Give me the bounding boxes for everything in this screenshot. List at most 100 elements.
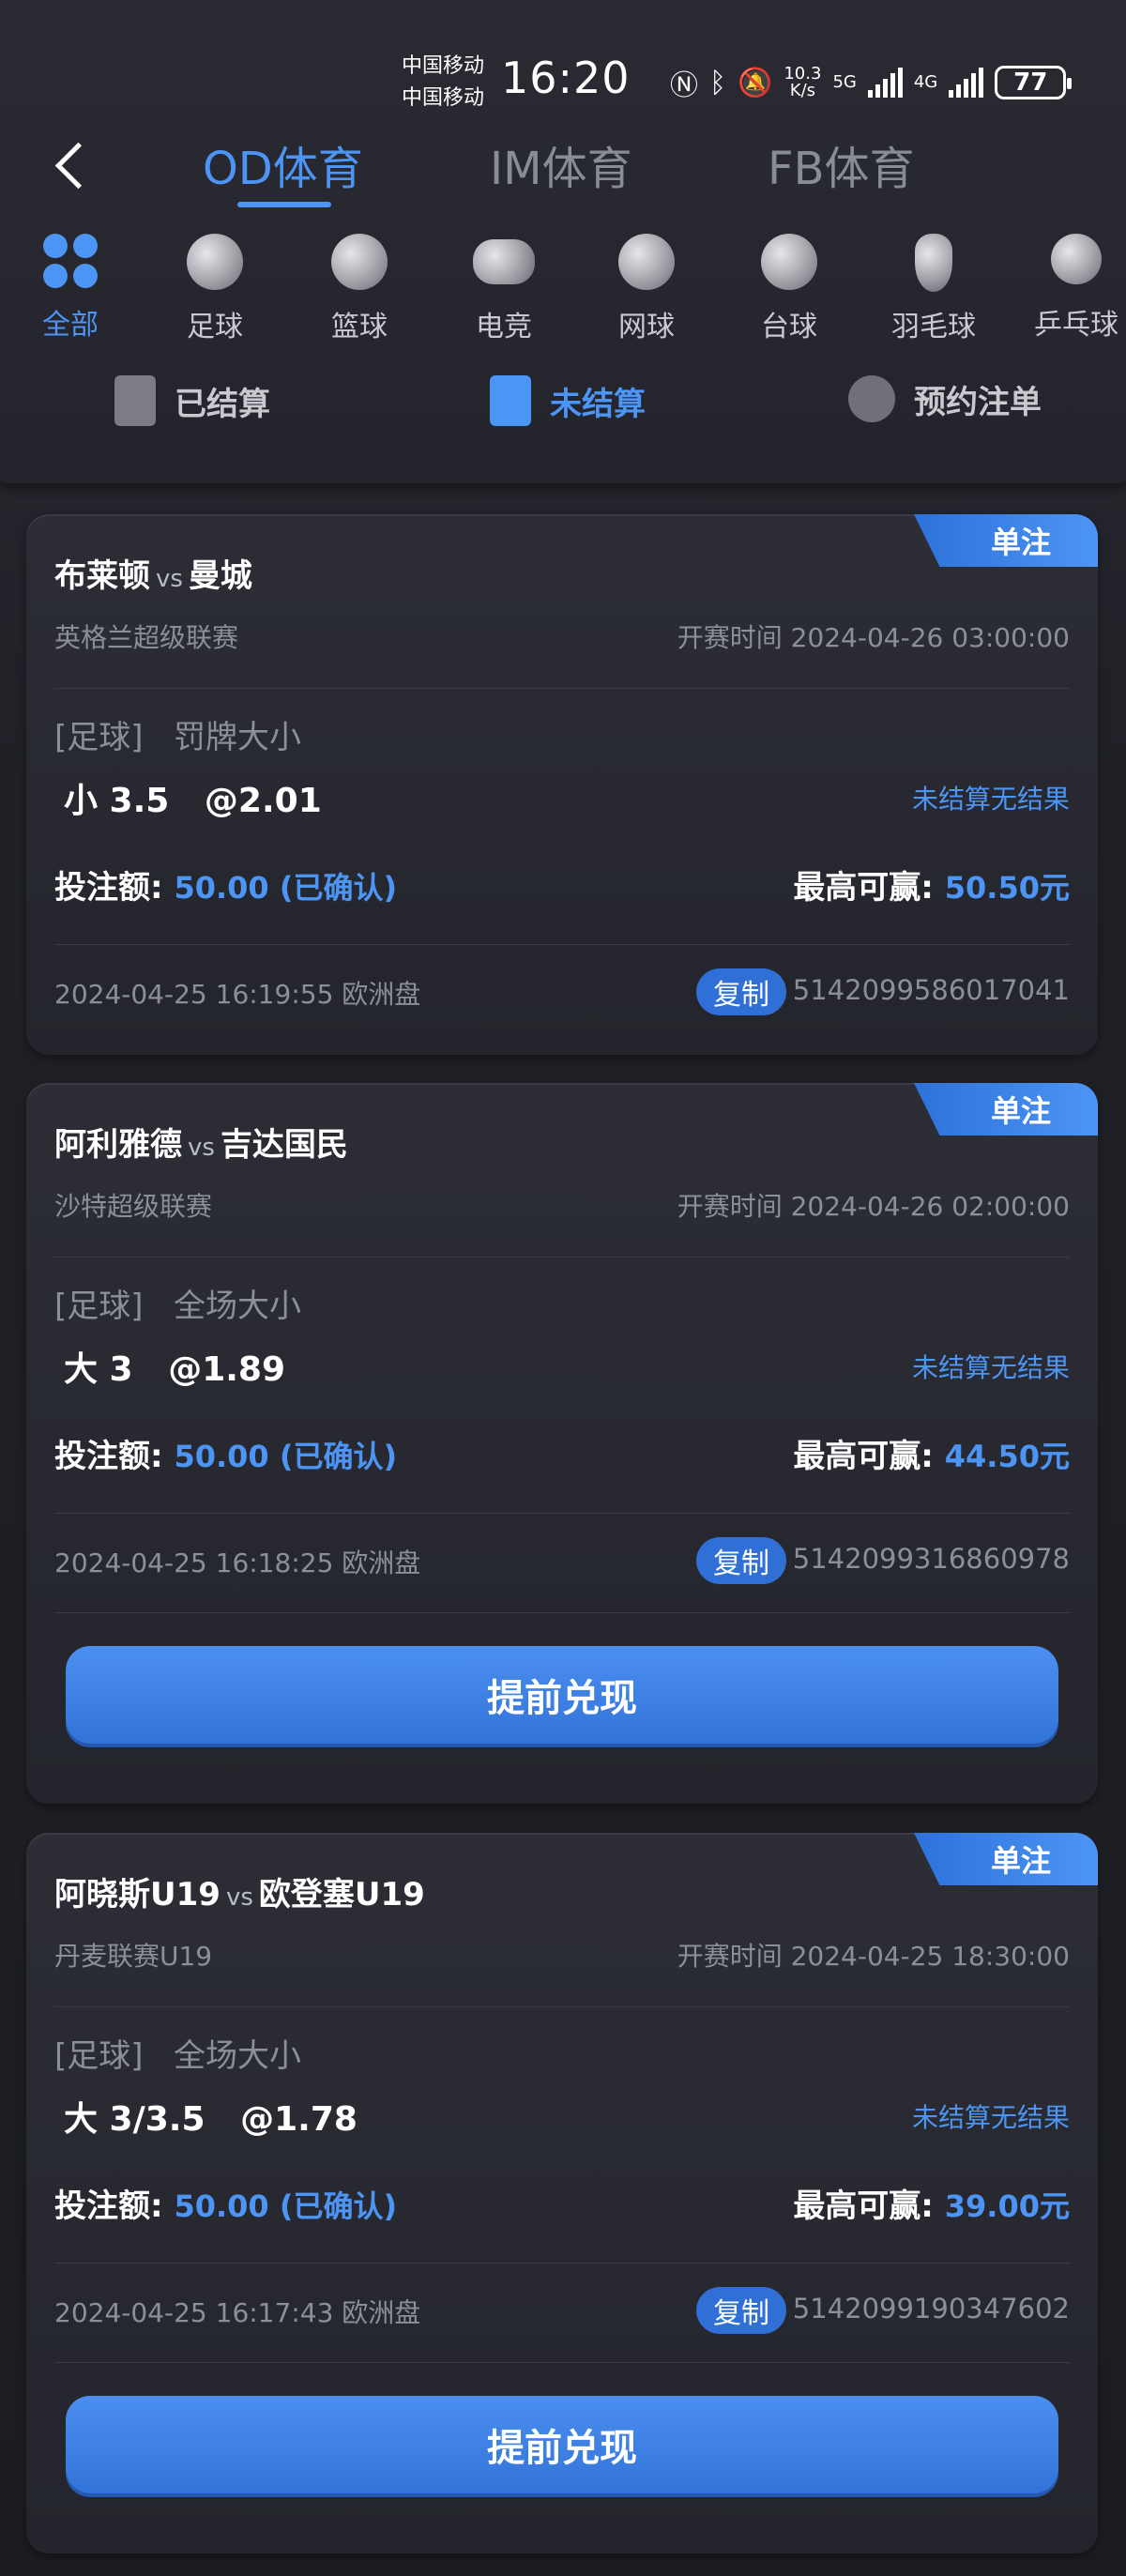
category-all[interactable]: 全部 <box>9 230 131 343</box>
market-name: 罚牌大小 <box>173 719 301 756</box>
market-line: [足球] 全场大小 <box>54 2030 301 2076</box>
match-title: 阿晓斯U19 vs 欧登塞U19 <box>54 1868 425 1914</box>
signal-icon <box>867 68 903 98</box>
tennis-ball-icon <box>618 234 675 290</box>
unsettled-status: 未结算无结果 <box>911 1352 1070 1383</box>
divider <box>54 688 1070 689</box>
stake: 投注额: 50.00 (已确认) <box>54 2180 397 2226</box>
selection: 大 3 @1.89 <box>64 1342 285 1391</box>
placed-at: 2024-04-25 16:18:25 欧洲盘 <box>54 1547 421 1578</box>
divider <box>54 1513 1070 1514</box>
bet-card: 单注 阿利雅德 vs 吉达国民 沙特超级联赛 开赛时间 2024-04-26 02:… <box>26 1083 1098 1804</box>
order-number: 5142099190347602 <box>792 2293 1070 2324</box>
cashout-button[interactable]: 提前兑现 <box>66 2396 1058 2493</box>
active-tab-indicator <box>237 202 331 207</box>
match-title: 阿利雅德 vs 吉达国民 <box>54 1119 348 1165</box>
stake: 投注额: 50.00 (已确认) <box>54 861 397 907</box>
max-win: 最高可赢: 44.50元 <box>793 1430 1070 1476</box>
copy-button[interactable]: 复制 <box>696 1537 786 1584</box>
divider <box>54 1257 1070 1258</box>
tab-label: 预约注单 <box>914 383 1042 421</box>
copy-button[interactable]: 复制 <box>696 968 786 1015</box>
category-label: 网球 <box>618 311 675 343</box>
odds-value: @1.78 <box>240 2100 358 2139</box>
tab-label: 未结算 <box>550 385 646 423</box>
start-time-value: 2024-04-25 18:30:00 <box>790 1941 1070 1972</box>
tab-settled[interactable]: 已结算 <box>114 375 270 426</box>
league-name: 英格兰超级联赛 <box>54 622 239 653</box>
single-bet-badge: 单注 <box>914 1083 1098 1136</box>
home-team: 阿晓斯U19 <box>54 1876 221 1913</box>
start-time: 开赛时间 2024-04-26 03:00:00 <box>677 617 1070 655</box>
stake-value: 50.00 (已确认) <box>174 2188 398 2224</box>
tab-fb-sports[interactable]: FB体育 <box>768 131 915 197</box>
soccer-ball-icon <box>187 234 243 290</box>
bet-records-page: 中国移动 中国移动 16:20 Ⓝ ᛒ 🔕 10.3 K/s 5G 4G 77 … <box>0 0 1126 2576</box>
max-win-value: 39.00元 <box>944 2188 1070 2224</box>
sport-tag: [足球] <box>54 719 144 756</box>
category-badminton[interactable]: 羽毛球 <box>873 230 995 344</box>
placed-at: 2024-04-25 16:17:43 欧洲盘 <box>54 2297 421 2328</box>
carrier-1: 中国移动 <box>402 54 485 78</box>
market-name: 全场大小 <box>173 2037 301 2075</box>
vs-label: vs <box>156 565 183 593</box>
order-number: 5142099586017041 <box>792 974 1070 1006</box>
stake-value: 50.00 (已确认) <box>174 870 398 906</box>
bet-card: 单注 阿晓斯U19 vs 欧登塞U19 丹麦联赛U19 开赛时间 2024-04-2… <box>26 1833 1098 2553</box>
category-table-tennis[interactable]: 乒乓球 <box>1015 230 1126 343</box>
settled-doc-icon <box>114 375 156 426</box>
stake: 投注额: 50.00 (已确认) <box>54 1430 397 1476</box>
tab-im-sports[interactable]: IM体育 <box>490 131 632 197</box>
tab-reserved[interactable]: 预约注单 <box>848 375 1042 422</box>
copy-button[interactable]: 复制 <box>696 2287 786 2334</box>
bluetooth-icon: ᛒ <box>709 66 726 99</box>
basketball-icon <box>331 234 388 290</box>
carrier-2: 中国移动 <box>402 86 485 110</box>
selection: 小 3.5 @2.01 <box>64 773 322 822</box>
tab-unsettled[interactable]: 未结算 <box>490 375 646 426</box>
max-win-label: 最高可赢: <box>793 1438 934 1475</box>
max-win-value: 50.50元 <box>944 870 1070 906</box>
tab-label: 已结算 <box>175 385 270 423</box>
away-team: 曼城 <box>188 557 252 595</box>
speed-unit: K/s <box>789 81 816 100</box>
away-team: 欧登塞U19 <box>258 1876 425 1913</box>
max-win-label: 最高可赢: <box>793 869 934 907</box>
selection: 大 3/3.5 @1.78 <box>64 2092 358 2141</box>
alarm-clock-icon <box>848 375 895 422</box>
odds-value: @2.01 <box>204 782 322 820</box>
category-tennis[interactable]: 网球 <box>586 230 708 344</box>
cashout-button[interactable]: 提前兑现 <box>66 1646 1058 1744</box>
signal-icon-2 <box>949 68 984 98</box>
platform-tabs: OD体育 IM体育 FB体育 <box>0 131 1126 216</box>
network-type-1: 5G <box>832 72 857 92</box>
max-win-value: 44.50元 <box>944 1439 1070 1474</box>
divider <box>54 2263 1070 2264</box>
category-label: 羽毛球 <box>891 311 976 343</box>
category-label: 足球 <box>187 311 243 343</box>
start-time: 开赛时间 2024-04-25 18:30:00 <box>677 1936 1070 1974</box>
shuttlecock-icon <box>915 234 952 292</box>
away-team: 吉达国民 <box>220 1126 348 1164</box>
category-label: 台球 <box>761 311 817 343</box>
tab-od-sports[interactable]: OD体育 <box>203 131 363 197</box>
settlement-tabs: 已结算 未结算 预约注单 <box>0 375 1126 441</box>
vs-label: vs <box>225 1883 253 1912</box>
category-label: 电竞 <box>476 311 532 343</box>
start-time-label: 开赛时间 <box>677 622 791 653</box>
selection-value: 大 3 <box>64 1350 133 1389</box>
category-basketball[interactable]: 篮球 <box>298 230 420 344</box>
unsettled-status: 未结算无结果 <box>911 784 1070 815</box>
category-soccer[interactable]: 足球 <box>154 230 276 344</box>
category-esports[interactable]: 电竞 <box>443 230 565 344</box>
category-billiards[interactable]: 台球 <box>728 230 850 344</box>
league-name: 丹麦联赛U19 <box>54 1941 213 1972</box>
stake-label: 投注额: <box>54 2187 163 2225</box>
market-name: 全场大小 <box>173 1288 301 1325</box>
mute-bell-icon: 🔕 <box>738 66 773 99</box>
sport-tag: [足球] <box>54 1288 144 1325</box>
network-type-2: 4G <box>913 72 938 92</box>
divider <box>54 2006 1070 2007</box>
grid-icon <box>43 234 98 288</box>
carrier-labels: 中国移动 中国移动 <box>402 51 484 114</box>
